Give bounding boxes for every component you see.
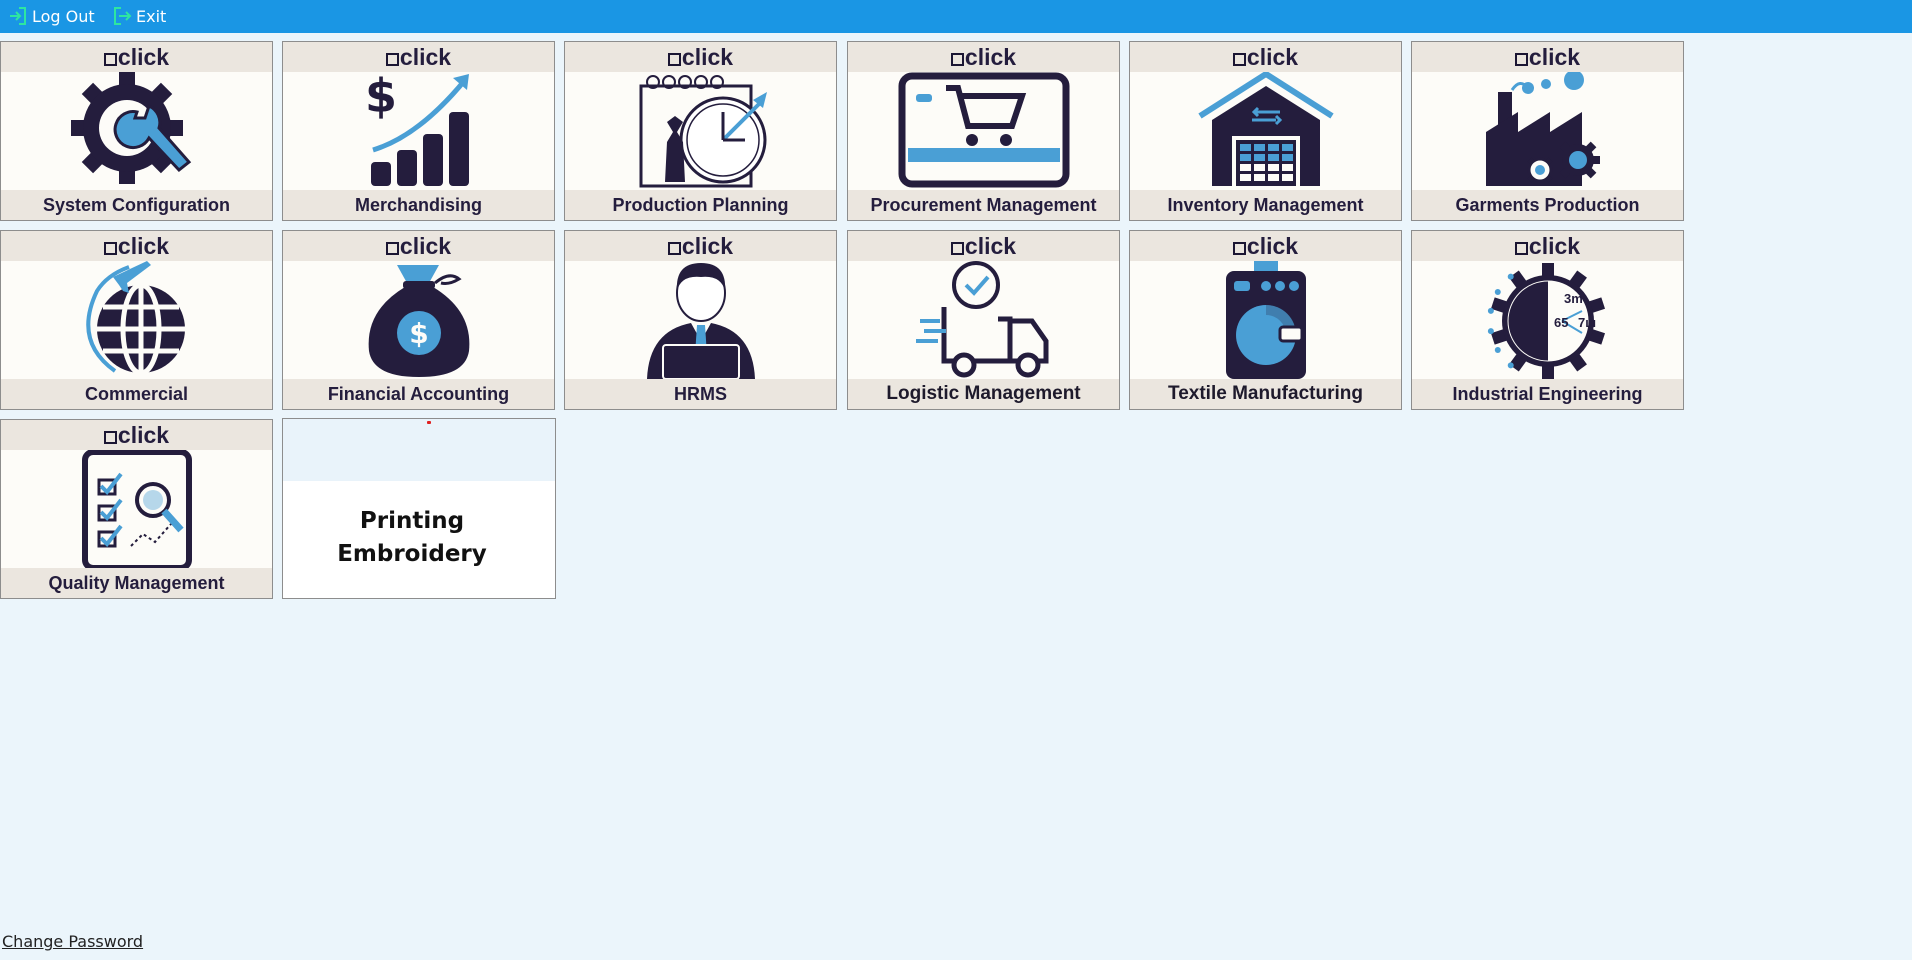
module-label: Textile Manufacturing — [1168, 383, 1363, 404]
brand-text: click — [964, 44, 1017, 70]
exit-label: Exit — [136, 6, 167, 26]
brand-text: click — [1246, 44, 1299, 70]
gear-marking-left: 65 — [1554, 315, 1568, 330]
brand-text: click — [1528, 233, 1581, 259]
exit-button[interactable]: Exit — [112, 4, 166, 28]
module-tile-logistic-management[interactable]: click Logistic Management — [847, 230, 1120, 410]
change-password-link[interactable]: Change Password — [2, 932, 143, 951]
brand-text: click — [117, 422, 170, 448]
logout-button[interactable]: Log Out — [8, 4, 95, 28]
checklist-magnifier-icon — [1, 450, 272, 570]
module-tile-hrms[interactable]: click HRMS — [564, 230, 837, 410]
module-tile-procurement-management[interactable]: click Procurement Management — [847, 41, 1120, 221]
gear-marking-right: 7ш — [1578, 315, 1596, 330]
module-tile-garments-production[interactable]: click Garments Production — [1411, 41, 1684, 221]
brand-logo: click — [848, 232, 1119, 260]
svg-text:$: $ — [409, 317, 428, 350]
logout-label: Log Out — [32, 6, 95, 26]
module-label: Garments Production — [1455, 195, 1640, 215]
shopping-cart-icon — [848, 72, 1119, 192]
module-label: Production Planning — [612, 195, 789, 215]
red-marker — [427, 421, 431, 424]
printing-embroidery-tile[interactable]: Printing Embroidery — [282, 418, 556, 599]
module-tile-system-configuration[interactable]: click System Configuration — [0, 41, 273, 221]
module-label: Logistic Management — [886, 383, 1081, 404]
checkbox-logo-icon — [950, 242, 964, 255]
module-label: Financial Accounting — [327, 384, 510, 404]
brand-text: click — [681, 233, 734, 259]
checkbox-logo-icon — [1232, 53, 1246, 66]
module-tile-commercial[interactable]: click Commercial — [0, 230, 273, 410]
checkbox-logo-icon — [667, 53, 681, 66]
brand-text: click — [117, 44, 170, 70]
brand-text: click — [1528, 44, 1581, 70]
employee-icon — [565, 261, 836, 381]
module-tile-textile-manufacturing[interactable]: click Textile Manufacturing — [1129, 230, 1402, 410]
checkbox-logo-icon — [385, 242, 399, 255]
tile-header — [283, 419, 555, 481]
checkbox-logo-icon — [1514, 242, 1528, 255]
module-label: HRMS — [674, 384, 727, 404]
module-label: Inventory Management — [1167, 195, 1364, 215]
washing-machine-icon — [1130, 261, 1401, 381]
checkbox-logo-icon — [950, 53, 964, 66]
brand-text: click — [1246, 233, 1299, 259]
gear-wrench-icon — [1, 72, 272, 192]
module-label: Quality Management — [48, 573, 225, 593]
module-label: Industrial Engineering — [1452, 384, 1643, 404]
module-tile-merchandising[interactable]: click $ Merchandising — [282, 41, 555, 221]
brand-logo: click — [1, 232, 272, 260]
module-tile-quality-management[interactable]: click Quality Management — [0, 419, 273, 599]
brand-logo: click — [283, 43, 554, 71]
globe-plane-icon — [1, 261, 272, 381]
money-bag-icon: $ — [283, 261, 554, 381]
checkbox-logo-icon — [1232, 242, 1246, 255]
brand-logo: click — [565, 43, 836, 71]
top-toolbar: Log Out Exit — [0, 0, 1912, 33]
delivery-truck-icon — [848, 261, 1119, 381]
module-tile-financial-accounting[interactable]: click $ Financial Accounting — [282, 230, 555, 410]
module-label: Merchandising — [354, 195, 483, 215]
brand-logo: click — [1130, 43, 1401, 71]
brand-text: click — [117, 233, 170, 259]
planning-clock-icon — [565, 72, 836, 192]
brand-logo: click — [565, 232, 836, 260]
factory-icon — [1412, 72, 1683, 192]
brand-text: click — [681, 44, 734, 70]
embroidery-label: Embroidery — [337, 541, 487, 567]
checkbox-logo-icon — [1514, 53, 1528, 66]
brand-logo: click — [1412, 232, 1683, 260]
brand-logo: click — [283, 232, 554, 260]
checkbox-logo-icon — [667, 242, 681, 255]
module-tile-inventory-management[interactable]: click Inventory Management — [1129, 41, 1402, 221]
module-tile-industrial-engineering[interactable]: click 3m 65 7ш Industrial Engineering — [1411, 230, 1684, 410]
module-label: System Configuration — [42, 195, 230, 215]
brand-logo: click — [1, 43, 272, 71]
checkbox-logo-icon — [103, 431, 117, 444]
gear-marking-top: 3m — [1564, 291, 1583, 306]
printing-label: Printing — [359, 508, 465, 534]
module-label: Procurement Management — [870, 195, 1097, 215]
module-label: Commercial — [84, 384, 189, 404]
growth-chart-icon: $ — [283, 72, 554, 192]
brand-logo: click — [1, 421, 272, 449]
logout-icon — [10, 7, 26, 25]
checkbox-logo-icon — [103, 242, 117, 255]
printing-embroidery-label: Printing Embroidery — [283, 505, 541, 571]
brand-text: click — [399, 44, 452, 70]
warehouse-icon — [1130, 72, 1401, 192]
brand-logo: click — [848, 43, 1119, 71]
svg-text:$: $ — [364, 72, 396, 123]
brand-text: click — [964, 233, 1017, 259]
brand-logo: click — [1130, 232, 1401, 260]
gear-measure-icon: 3m 65 7ш — [1412, 261, 1683, 381]
exit-icon — [114, 7, 132, 25]
brand-logo: click — [1412, 43, 1683, 71]
module-tile-production-planning[interactable]: click Production Planning — [564, 41, 837, 221]
checkbox-logo-icon — [103, 53, 117, 66]
checkbox-logo-icon — [385, 53, 399, 66]
brand-text: click — [399, 233, 452, 259]
